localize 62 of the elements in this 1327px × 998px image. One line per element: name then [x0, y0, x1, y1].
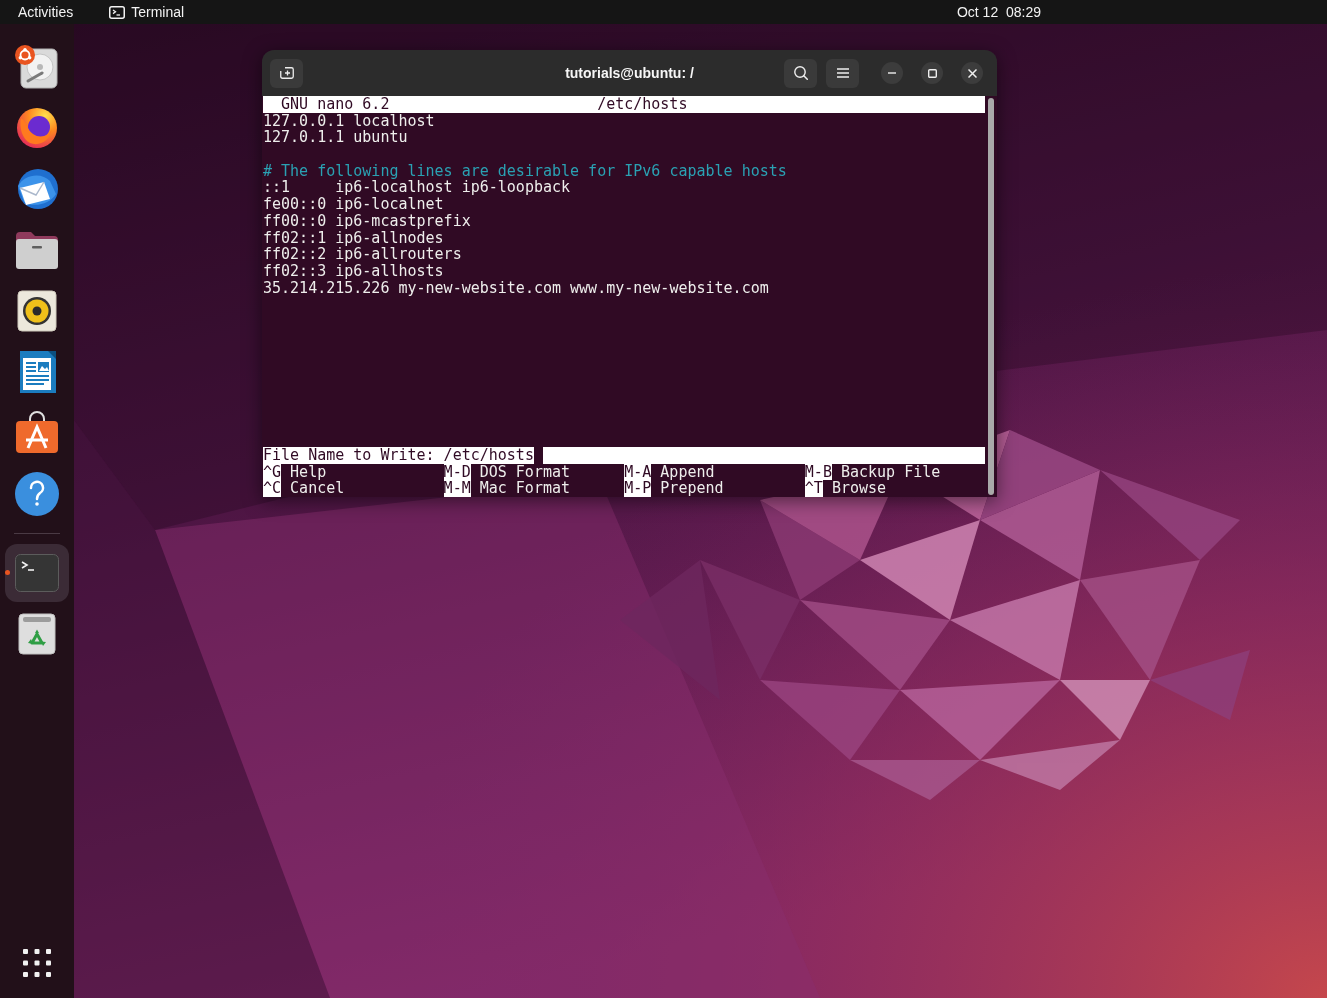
file-name: /etc/hosts: [597, 96, 688, 113]
shortcut-label: Append: [660, 463, 715, 481]
close-icon: [967, 68, 977, 78]
search-icon: [793, 66, 808, 80]
scrollbar-thumb[interactable]: [988, 98, 994, 495]
hosts-entry-line: ff02::3 ip6-allhosts: [263, 262, 444, 280]
hosts-entry-line: 127.0.0.1 localhost: [263, 112, 435, 130]
new-tab-button[interactable]: [270, 58, 303, 88]
shortcut-key: ^T: [804, 480, 823, 497]
dock-item[interactable]: [15, 229, 59, 270]
menu-button[interactable]: [826, 58, 859, 88]
maximize-icon: [927, 68, 937, 78]
dock-item[interactable]: [15, 106, 59, 149]
trash-icon: [18, 612, 56, 655]
clock-button[interactable]: Oct 12 08:29: [948, 0, 1049, 24]
flame-globe-icon: [15, 106, 59, 149]
dock-item[interactable]: [18, 612, 56, 655]
app-menu-button[interactable]: Terminal: [103, 0, 191, 24]
shortcut-label: Backup File: [840, 463, 941, 481]
shortcut-key: M-M: [443, 480, 471, 497]
dock-item[interactable]: [17, 289, 57, 332]
terminal-icon: [109, 5, 126, 19]
hosts-entry-line: ff02::2 ip6-allrouters: [263, 246, 462, 263]
folder-icon: [15, 229, 59, 270]
hosts-entry-line: ff00::0 ip6-mcastprefix: [263, 212, 471, 230]
shopping-bag-icon: [15, 411, 59, 454]
speaker-icon: [17, 289, 57, 332]
dock-item[interactable]: [15, 471, 59, 516]
dock-item[interactable]: [15, 44, 59, 89]
hosts-entry-line: 127.0.1.1 ubuntu: [263, 129, 408, 147]
shortcut-label: Help: [290, 463, 327, 481]
hosts-entry-line: 35.214.215.226 my-new-website.com www.my-new-website.com: [263, 279, 769, 297]
window-title: tutorials@ubuntu: /: [565, 63, 694, 83]
menu-icon: [836, 68, 849, 78]
shortcut-label: Cancel: [290, 480, 345, 497]
shortcut-key: M-P: [624, 480, 652, 497]
document-icon: [17, 349, 57, 394]
shortcut-label: DOS Format: [479, 463, 571, 481]
close-button[interactable]: [961, 62, 983, 84]
filename-input[interactable]: /etc/hosts: [443, 446, 534, 464]
prompt-label: File Name to Write:: [263, 446, 435, 464]
shortcut-label: Mac Format: [479, 480, 571, 497]
maximize-button[interactable]: [921, 62, 943, 84]
search-button[interactable]: [784, 58, 817, 88]
minimize-button[interactable]: [881, 62, 903, 84]
new-tab-icon: [279, 67, 294, 79]
terminal-icon: [15, 553, 59, 592]
shortcut-label: Prepend: [660, 480, 724, 497]
dock-item[interactable]: [17, 349, 57, 394]
app-grid-icon[interactable]: [23, 949, 51, 977]
hosts-entry-line: ::1 ip6-localhost ip6-loopback: [263, 179, 571, 197]
hosts-entry-line: fe00::0 ip6-localnet: [263, 196, 444, 213]
help-icon: [15, 471, 59, 516]
editor-version: GNU nano 6.2: [281, 96, 390, 113]
minimize-icon: [888, 72, 896, 74]
hosts-entry-line: ff02::1 ip6-allnodes: [263, 229, 444, 247]
dock-item[interactable]: [15, 411, 59, 454]
hard-drive-icon: [15, 44, 59, 89]
shortcut-key: ^C: [263, 480, 282, 497]
shortcut-label: Browse: [831, 480, 887, 497]
activities-button[interactable]: Activities: [10, 0, 82, 24]
comment-line: # The following lines are desirable for IPv6 capable hosts: [263, 162, 787, 180]
